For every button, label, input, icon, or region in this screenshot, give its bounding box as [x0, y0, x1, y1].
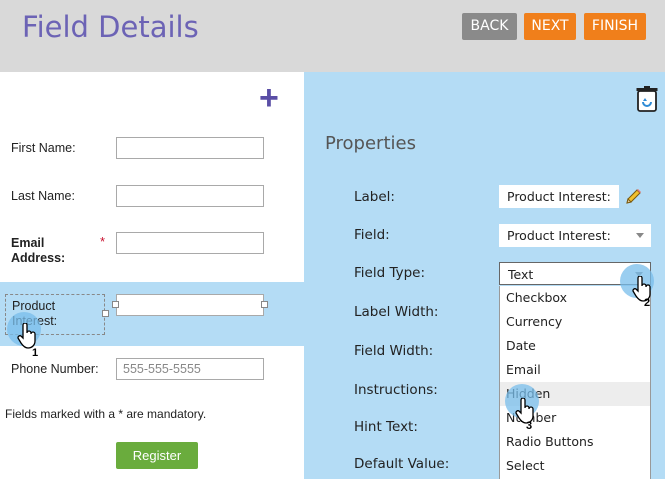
- step-number: 3: [526, 420, 533, 432]
- instructions-property-label: Instructions:: [354, 382, 438, 398]
- first-name-field[interactable]: [116, 137, 264, 159]
- last-name-field[interactable]: [116, 185, 264, 207]
- chevron-down-icon: [636, 233, 644, 238]
- back-button[interactable]: BACK: [462, 13, 517, 40]
- next-button[interactable]: NEXT: [524, 13, 576, 40]
- trash-icon[interactable]: [636, 86, 658, 117]
- field-select[interactable]: Product Interest:: [499, 224, 651, 247]
- step-number: 1: [32, 347, 39, 359]
- email-field[interactable]: [116, 232, 264, 254]
- option-radio-buttons[interactable]: Radio Buttons: [500, 430, 650, 454]
- phone-placeholder: 555-555-5555: [123, 362, 201, 376]
- option-currency[interactable]: Currency: [500, 310, 650, 334]
- field-width-property-label: Field Width:: [354, 343, 434, 359]
- resize-handle[interactable]: [102, 310, 109, 317]
- hand-cursor-icon: [632, 275, 654, 307]
- pencil-icon[interactable]: [624, 188, 642, 211]
- field-type-dropdown: Checkbox Currency Date Email Hidden Numb…: [499, 286, 651, 479]
- resize-handle[interactable]: [112, 301, 119, 308]
- plus-icon[interactable]: +: [259, 81, 279, 115]
- field-type-property-label: Field Type:: [354, 265, 426, 281]
- option-select[interactable]: Select: [500, 454, 650, 478]
- page-title: Field Details: [22, 10, 199, 44]
- hint-text-property-label: Hint Text:: [354, 419, 418, 435]
- field-property-label: Field:: [354, 227, 390, 243]
- email-address-label: Email Address:: [11, 236, 66, 265]
- mandatory-note: Fields marked with a * are mandatory.: [5, 407, 207, 421]
- required-asterisk: *: [100, 234, 106, 249]
- label-input[interactable]: Product Interest:: [499, 185, 619, 208]
- resize-handle[interactable]: [261, 301, 268, 308]
- default-value-property-label: Default Value:: [354, 456, 450, 472]
- option-email[interactable]: Email: [500, 358, 650, 382]
- properties-title: Properties: [325, 133, 416, 154]
- option-date[interactable]: Date: [500, 334, 650, 358]
- phone-number-label: Phone Number:: [11, 362, 99, 376]
- first-name-label: First Name:: [11, 141, 76, 155]
- product-interest-field[interactable]: [116, 294, 264, 316]
- step-number: 2: [644, 297, 651, 309]
- finish-button[interactable]: FINISH: [584, 13, 646, 40]
- register-button[interactable]: Register: [116, 442, 198, 469]
- field-select-value: Product Interest:: [507, 228, 611, 243]
- label-property-label: Label:: [354, 189, 395, 205]
- label-width-property-label: Label Width:: [354, 304, 439, 320]
- last-name-label: Last Name:: [11, 189, 75, 203]
- field-type-value: Text: [508, 267, 534, 282]
